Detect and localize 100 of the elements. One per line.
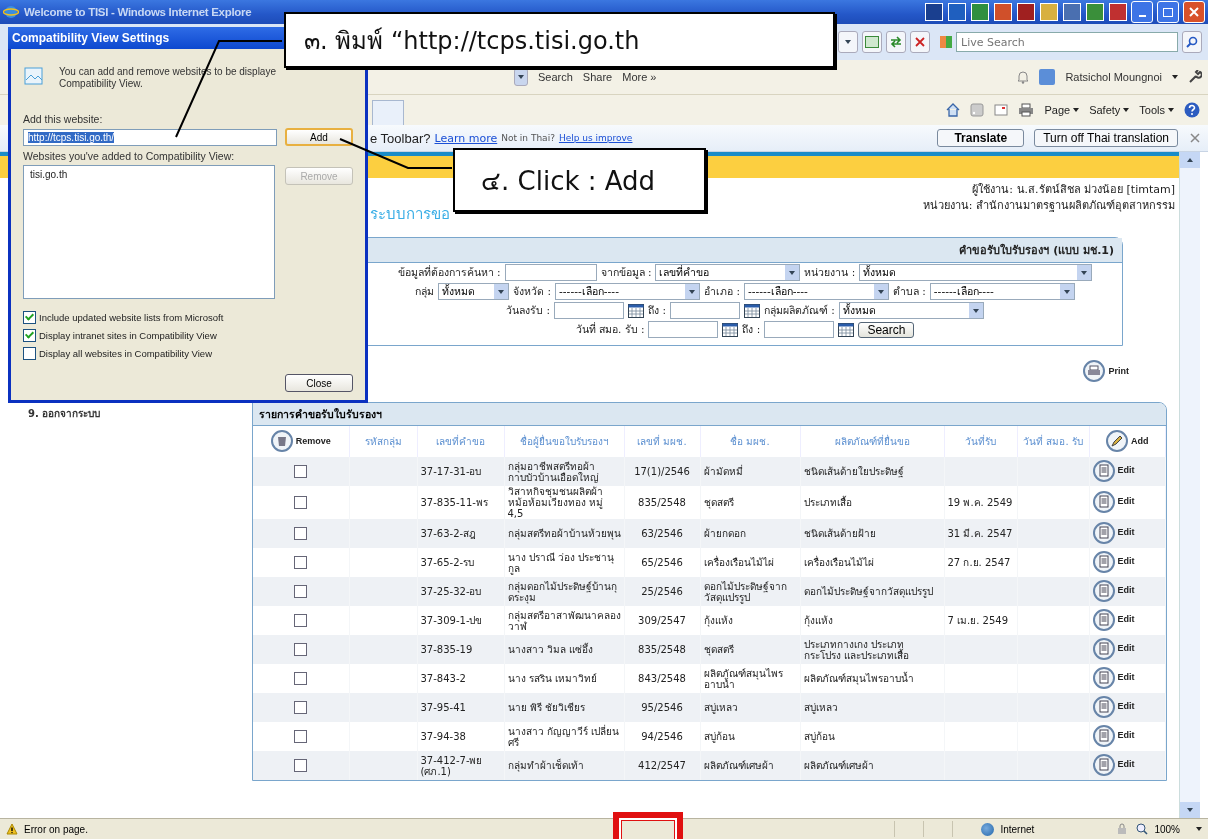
zoom-level[interactable]: 100%	[1154, 823, 1180, 835]
translate-button[interactable]: Translate	[937, 129, 1025, 147]
calendar-icon[interactable]	[838, 322, 855, 337]
row-checkbox[interactable]	[294, 556, 308, 569]
stop-icon[interactable]	[910, 31, 930, 53]
row-checkbox[interactable]	[294, 672, 308, 685]
dropdown[interactable]: ------เลือก----	[929, 283, 1075, 300]
status-message[interactable]: Error on page.	[24, 823, 88, 835]
website-item[interactable]: tisi.go.th	[30, 169, 68, 180]
dropdown[interactable]: ทั้งหมด	[859, 264, 1093, 281]
edit-button[interactable]: Edit	[1117, 701, 1135, 712]
document-icon[interactable]	[1092, 459, 1115, 482]
caret-icon[interactable]	[1123, 108, 1130, 112]
caret-icon[interactable]	[1172, 75, 1178, 79]
document-icon[interactable]	[1092, 490, 1115, 513]
row-checkbox[interactable]	[294, 585, 308, 598]
document-icon[interactable]	[1092, 521, 1115, 544]
search-button[interactable]: Search	[858, 321, 915, 338]
row-checkbox[interactable]	[294, 614, 308, 627]
refresh-icon[interactable]	[886, 31, 906, 53]
document-icon[interactable]	[1092, 695, 1115, 718]
row-checkbox[interactable]	[294, 730, 308, 743]
command-menu[interactable]: Page	[1044, 104, 1071, 116]
app-shortcut-icon[interactable]	[1109, 3, 1127, 21]
edit-button[interactable]: Edit	[1117, 643, 1135, 654]
dropdown[interactable]: เลขที่คำขอ	[655, 264, 801, 281]
edit-button[interactable]: Edit	[1117, 759, 1135, 770]
edit-button[interactable]: Edit	[1117, 672, 1135, 683]
edit-button[interactable]: Edit	[1117, 465, 1135, 476]
row-checkbox[interactable]	[294, 465, 308, 478]
home-icon[interactable]	[946, 103, 961, 117]
caret-icon[interactable]	[1073, 108, 1080, 112]
app-shortcut-icon[interactable]	[994, 3, 1012, 21]
search-field[interactable]: Live Search	[956, 32, 1178, 52]
document-icon[interactable]	[1092, 579, 1115, 602]
add-button[interactable]: Add	[1131, 435, 1149, 446]
minimize-icon[interactable]	[1131, 1, 1153, 23]
edit-button[interactable]: Edit	[1117, 730, 1135, 741]
restore-icon[interactable]	[1157, 1, 1179, 23]
date-field[interactable]	[648, 321, 719, 338]
app-shortcut-icon[interactable]	[971, 3, 989, 21]
app-shortcut-icon[interactable]	[1086, 3, 1104, 21]
bell-icon[interactable]	[1017, 70, 1030, 84]
document-icon[interactable]	[1092, 608, 1115, 631]
command-menu[interactable]: Safety	[1089, 104, 1121, 116]
app-shortcut-icon[interactable]	[1063, 3, 1081, 21]
dropdown[interactable]: ------เลือก----	[555, 283, 701, 300]
command-menu[interactable]: Tools	[1139, 104, 1165, 116]
document-icon[interactable]	[1092, 550, 1115, 573]
close-button[interactable]: Close	[285, 374, 353, 392]
row-checkbox[interactable]	[294, 759, 308, 772]
date-field[interactable]	[669, 302, 740, 319]
app-shortcut-icon[interactable]	[948, 3, 966, 21]
user-menu[interactable]: Ratsichol Moungnoi	[1065, 71, 1162, 83]
pencil-icon[interactable]	[1106, 429, 1128, 452]
magnifier-icon[interactable]	[1136, 823, 1149, 835]
checkbox[interactable]	[23, 347, 36, 360]
printer-icon[interactable]	[1018, 103, 1035, 117]
date-field[interactable]	[554, 302, 625, 319]
input-field[interactable]	[504, 264, 597, 281]
edit-button[interactable]: Edit	[1117, 614, 1135, 625]
row-checkbox[interactable]	[294, 496, 308, 509]
wrench-icon[interactable]	[1188, 70, 1202, 84]
toolbar-button[interactable]: Share	[582, 71, 613, 83]
checkbox[interactable]	[23, 329, 36, 342]
dropdown[interactable]: ทั้งหมด	[838, 302, 984, 319]
row-checkbox[interactable]	[294, 527, 308, 540]
print-button[interactable]: Print	[1108, 366, 1129, 376]
calendar-icon[interactable]	[722, 322, 739, 337]
close-icon[interactable]	[1190, 133, 1200, 143]
remove-button[interactable]: Remove	[295, 435, 331, 446]
translate-button[interactable]: Turn off Thai translation	[1034, 129, 1178, 147]
calendar-icon[interactable]	[628, 303, 645, 318]
search-icon[interactable]	[1182, 31, 1202, 53]
sidebar-item[interactable]: 9. ออกจากระบบ	[28, 408, 101, 419]
help-icon[interactable]	[1184, 102, 1200, 118]
toolbar-button[interactable]: Search	[538, 71, 573, 83]
checkbox[interactable]	[23, 311, 36, 324]
caret-icon[interactable]	[1168, 108, 1174, 112]
dropdown[interactable]: ทั้งหมด	[438, 283, 510, 300]
edit-button[interactable]: Edit	[1117, 585, 1135, 596]
website-input-field[interactable]: http://tcps.tisi.go.th/	[23, 128, 277, 146]
scrollbar[interactable]	[1179, 152, 1200, 818]
edit-button[interactable]: Edit	[1117, 527, 1135, 538]
document-icon[interactable]	[1092, 753, 1115, 776]
caret-icon[interactable]	[1196, 827, 1202, 831]
edit-button[interactable]: Edit	[1117, 556, 1135, 567]
date-field[interactable]	[764, 321, 835, 338]
document-icon[interactable]	[1092, 637, 1115, 660]
add-button[interactable]: Add	[285, 128, 353, 146]
printer-icon[interactable]	[1083, 360, 1106, 382]
row-checkbox[interactable]	[294, 701, 308, 714]
dropdown[interactable]: ------เลือก----	[743, 283, 889, 300]
app-shortcut-icon[interactable]	[1017, 3, 1035, 21]
trash-icon[interactable]	[270, 429, 293, 452]
app-shortcut-icon[interactable]	[925, 3, 943, 21]
mail-icon[interactable]	[994, 104, 1009, 116]
help-link[interactable]: Help us improve	[558, 133, 633, 143]
calendar-icon[interactable]	[743, 303, 760, 318]
document-icon[interactable]	[1092, 666, 1115, 689]
